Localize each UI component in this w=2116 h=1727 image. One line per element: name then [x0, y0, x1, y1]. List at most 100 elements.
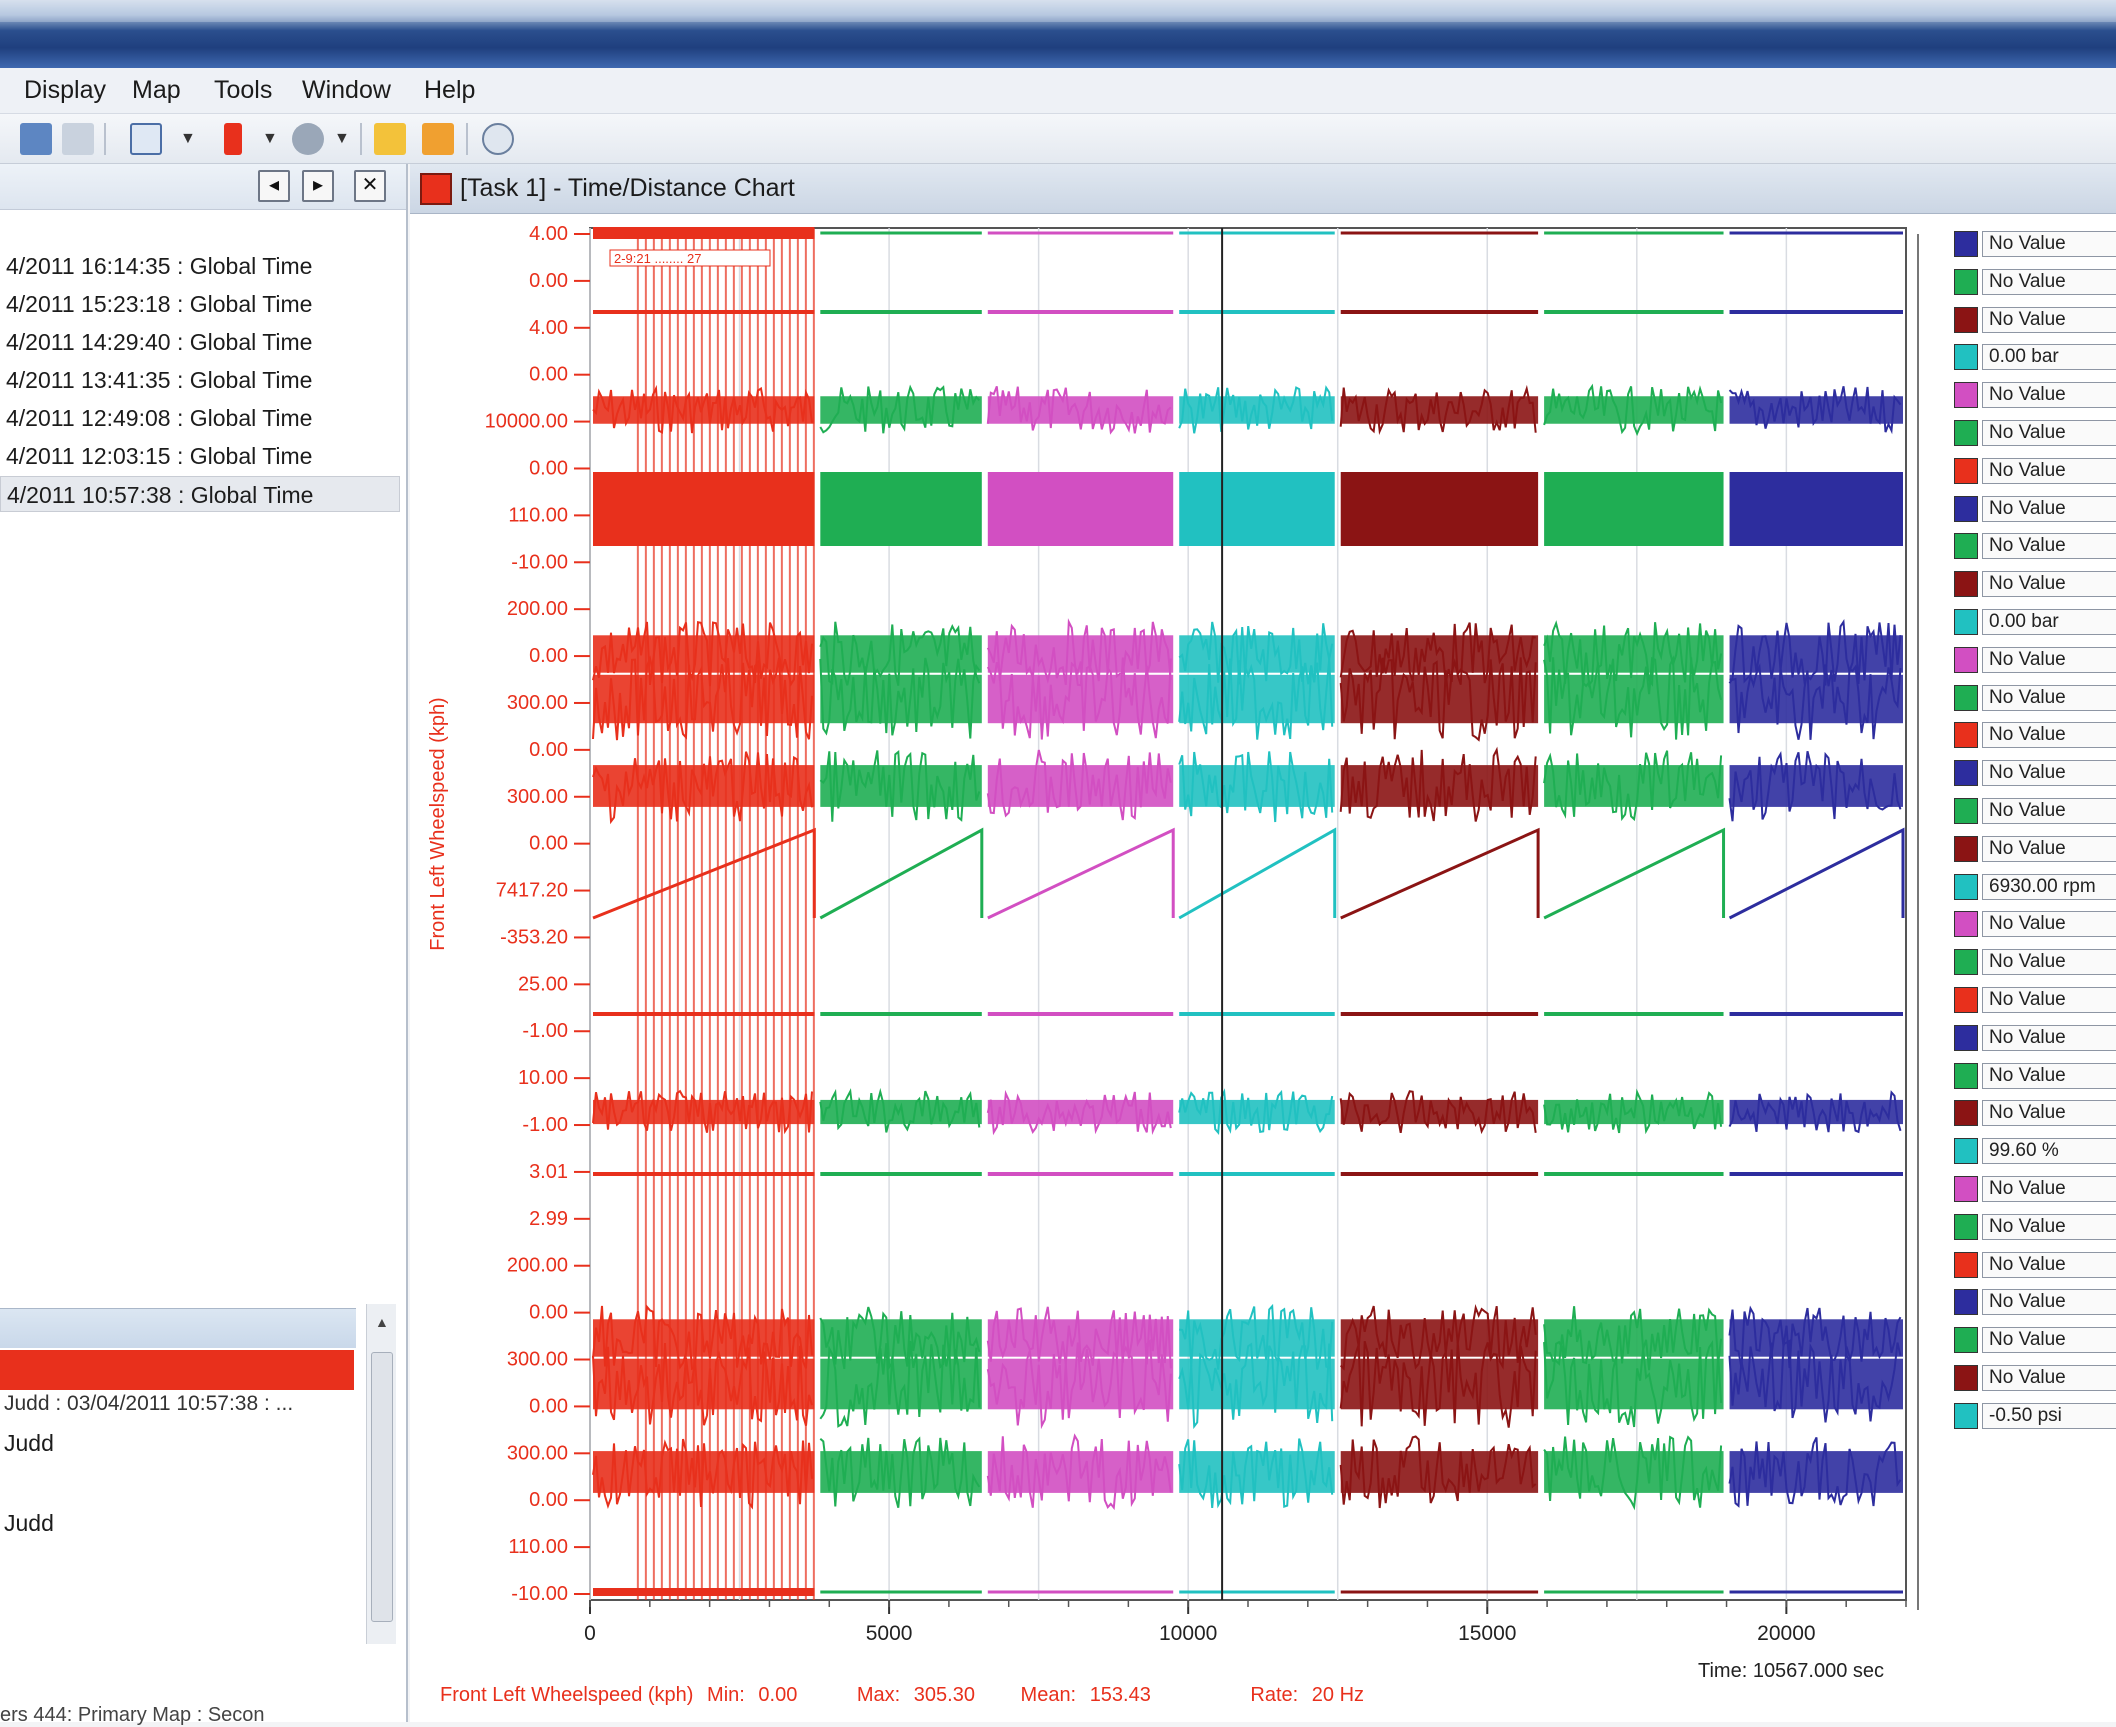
trace-block — [820, 472, 982, 546]
y-tick-label: 10000.00 — [485, 411, 568, 433]
menu-map[interactable]: Map — [132, 76, 181, 105]
detail-panel-header — [0, 1308, 356, 1348]
legend-row[interactable]: No Value — [1954, 1097, 2116, 1129]
legend-row[interactable]: 99.60 % — [1954, 1135, 2116, 1167]
legend-row[interactable]: No Value — [1954, 795, 2116, 827]
close-panel-button[interactable]: ✕ — [354, 170, 386, 202]
legend-row[interactable]: 0.00 bar — [1954, 341, 2116, 373]
legend-swatch — [1954, 1327, 1978, 1354]
legend-row[interactable]: No Value — [1954, 1362, 2116, 1394]
detail-scrollbar[interactable]: ▲ — [366, 1304, 396, 1644]
legend-value: No Value — [1982, 1251, 2116, 1278]
previous-button[interactable]: ◂ — [258, 170, 290, 202]
legend-value: No Value — [1982, 1062, 2116, 1089]
scroll-up-icon[interactable]: ▲ — [375, 1314, 389, 1330]
chevron-down-icon[interactable]: ▼ — [262, 130, 278, 148]
legend-row[interactable]: -0.50 psi — [1954, 1400, 2116, 1432]
legend-row[interactable]: 6930.00 rpm — [1954, 871, 2116, 903]
legend-swatch — [1954, 533, 1978, 560]
new-window-icon[interactable] — [130, 123, 162, 155]
legend-swatch — [1954, 344, 1978, 371]
legend-swatch — [1954, 949, 1978, 976]
tools-icon[interactable] — [292, 123, 324, 155]
session-item[interactable]: 4/2011 12:03:15 : Global Time — [0, 438, 400, 474]
legend-value: No Value — [1982, 1213, 2116, 1240]
legend-row[interactable]: No Value — [1954, 984, 2116, 1016]
legend-row[interactable]: No Value — [1954, 1249, 2116, 1281]
menu-tools[interactable]: Tools — [214, 76, 272, 105]
open-session-icon[interactable] — [20, 123, 52, 155]
next-button[interactable]: ▸ — [302, 170, 334, 202]
legend-row[interactable]: No Value — [1954, 1211, 2116, 1243]
time-distance-chart[interactable]: 2-9:21 ........ 27 4.00 0.00 4.00 0.00 10000.… — [410, 214, 1946, 1714]
session-item[interactable]: 4/2011 16:14:35 : Global Time — [0, 248, 400, 284]
legend-swatch — [1954, 1024, 1978, 1051]
legend-row[interactable]: No Value — [1954, 417, 2116, 449]
session-item[interactable]: 4/2011 14:29:40 : Global Time — [0, 324, 400, 360]
y-tick-label: -1.00 — [522, 1020, 568, 1042]
legend-value: 99.60 % — [1982, 1138, 2116, 1165]
record-icon[interactable] — [224, 123, 242, 155]
session-item[interactable]: 4/2011 12:49:08 : Global Time — [0, 400, 400, 436]
legend-row[interactable]: No Value — [1954, 757, 2116, 789]
window-titlebar[interactable] — [0, 0, 2116, 68]
legend-swatch — [1954, 835, 1978, 862]
legend-row[interactable]: No Value — [1954, 266, 2116, 298]
legend-swatch — [1954, 1213, 1978, 1240]
y-tick-label: 4.00 — [529, 317, 568, 339]
legend-row[interactable]: No Value — [1954, 719, 2116, 751]
info-icon[interactable] — [482, 123, 514, 155]
selected-session-bar[interactable] — [0, 1350, 354, 1390]
detail-line[interactable]: Judd — [0, 1430, 352, 1457]
legend-row[interactable]: No Value — [1954, 946, 2116, 978]
session-item[interactable]: 4/2011 13:41:35 : Global Time — [0, 362, 400, 398]
legend-value: No Value — [1982, 798, 2116, 824]
legend-row[interactable]: No Value — [1954, 1173, 2116, 1205]
legend-row[interactable]: No Value — [1954, 304, 2116, 336]
menu-help[interactable]: Help — [424, 76, 475, 105]
legend-row[interactable]: No Value — [1954, 379, 2116, 411]
x-tick-label: 5000 — [866, 1622, 913, 1645]
session-item[interactable]: 4/2011 10:57:38 : Global Time — [0, 476, 400, 512]
legend-row[interactable]: No Value — [1954, 1060, 2116, 1092]
y-tick-label: 200.00 — [507, 598, 568, 620]
legend-swatch — [1954, 1062, 1978, 1089]
legend-swatch — [1954, 911, 1978, 938]
y-tick-label: -10.00 — [511, 551, 568, 573]
legend-swatch — [1954, 1138, 1978, 1165]
trace-block — [1729, 472, 1903, 546]
y-tick-label: 110.00 — [508, 1536, 568, 1558]
chart-titlebar[interactable]: [Task 1] - Time/Distance Chart — [410, 164, 2116, 214]
legend-row[interactable]: No Value — [1954, 644, 2116, 676]
legend-swatch — [1954, 1402, 1978, 1429]
legend-row[interactable]: No Value — [1954, 1022, 2116, 1054]
legend-row[interactable]: 0.00 bar — [1954, 606, 2116, 638]
menu-window[interactable]: Window — [302, 76, 391, 105]
detail-line[interactable]: Judd — [0, 1510, 352, 1537]
search-icon[interactable] — [62, 123, 94, 155]
menu-display[interactable]: Display — [24, 76, 106, 105]
legend-row[interactable]: No Value — [1954, 833, 2116, 865]
legend-row[interactable]: No Value — [1954, 455, 2116, 487]
legend-row[interactable]: No Value — [1954, 493, 2116, 525]
titlebar-gloss — [0, 0, 2116, 22]
stats-max: 305.30 — [913, 1684, 975, 1706]
legend-row[interactable]: No Value — [1954, 530, 2116, 562]
legend-row[interactable]: No Value — [1954, 568, 2116, 600]
legend-row[interactable]: No Value — [1954, 1324, 2116, 1356]
legend-row[interactable]: No Value — [1954, 1286, 2116, 1318]
x-tick-label: 10000 — [1159, 1622, 1217, 1645]
legend-row[interactable]: No Value — [1954, 228, 2116, 260]
y-tick-label: 0.00 — [529, 1302, 568, 1324]
session-item[interactable]: 4/2011 15:23:18 : Global Time — [0, 286, 400, 322]
y-tick-label: -353.20 — [500, 926, 568, 948]
chart-window: [Task 1] - Time/Distance Chart 2-9:21 ..… — [410, 164, 2116, 1722]
scrollbar-thumb[interactable] — [371, 1352, 393, 1622]
lock-icon[interactable] — [422, 123, 454, 155]
legend-row[interactable]: No Value — [1954, 682, 2116, 714]
bookmark-icon[interactable] — [374, 123, 406, 155]
legend-swatch — [1954, 798, 1978, 824]
legend-row[interactable]: No Value — [1954, 908, 2116, 940]
chevron-down-icon[interactable]: ▼ — [180, 130, 196, 148]
chevron-down-icon[interactable]: ▼ — [334, 130, 350, 148]
